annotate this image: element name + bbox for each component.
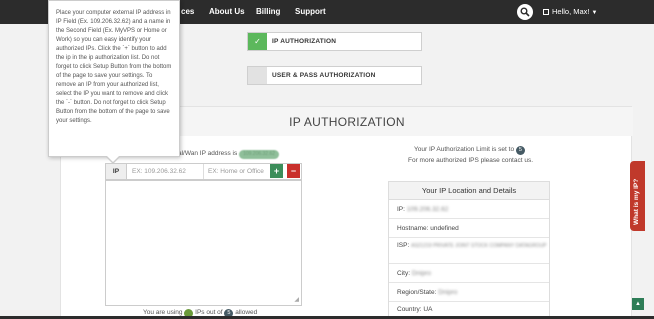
ip-authorization-option[interactable]: ✓ IP AUTHORIZATION: [247, 32, 422, 51]
ip-authorization-label: IP AUTHORIZATION: [272, 38, 337, 45]
tooltip-text: Place your computer external IP address …: [56, 10, 172, 124]
detail-ip-label: IP:: [397, 206, 405, 213]
ip-field-label: IP: [106, 164, 127, 179]
usage-suffix: allowed: [235, 309, 258, 316]
user-pass-authorization-option[interactable]: USER & PASS AUTHORIZATION: [247, 66, 422, 85]
scroll-to-top-button[interactable]: ▲: [632, 298, 644, 310]
tooltip-arrow: [107, 156, 119, 162]
nav-support[interactable]: Support: [295, 7, 326, 16]
detail-isp-label: ISP:: [397, 242, 410, 249]
ip-limit-badge: 5: [515, 146, 525, 155]
what-is-my-ip-label: What is my IP?: [633, 178, 640, 225]
check-icon: ✓: [248, 33, 267, 50]
details-heading: Your IP Location and Details: [389, 182, 549, 200]
authorized-ip-list[interactable]: ◢: [105, 180, 302, 306]
detail-region-value: Dnipro: [438, 289, 458, 296]
detail-hostname: Hostname: undefined: [389, 219, 549, 238]
user-icon: [543, 9, 549, 15]
unchecked-box: [248, 67, 267, 84]
user-greeting: Hello, Max!: [552, 7, 590, 16]
what-is-my-ip-tab[interactable]: What is my IP?: [630, 161, 645, 231]
detail-city-value: Dnipro: [411, 270, 431, 277]
detail-city-label: City:: [397, 270, 410, 277]
ip-location-details: Your IP Location and Details IP: 109.206…: [388, 181, 550, 319]
resize-grip-icon[interactable]: ◢: [294, 297, 299, 303]
nav-services[interactable]: ces: [181, 7, 194, 16]
detail-ip-value: 109.206.32.62: [406, 206, 449, 213]
detail-isp-value: AS21219 PRIVATE JOINT STOCK COMPANY DATA…: [411, 243, 547, 249]
ip-limit-info: Your IP Authorization Limit is set to 5: [414, 146, 525, 155]
usage-middle: IPs out of: [195, 309, 223, 316]
ip-name-input[interactable]: [203, 164, 273, 179]
nav-billing[interactable]: Billing: [256, 7, 280, 16]
external-ip-badge: 109.206.32.62: [239, 150, 280, 159]
help-tooltip: Place your computer external IP address …: [48, 0, 180, 157]
external-ip-text: al/Wan IP address is: [178, 150, 238, 157]
ip-limit-text: Your IP Authorization Limit is set to: [414, 146, 515, 153]
search-button[interactable]: [517, 4, 533, 20]
contact-text: For more authorized IPS please contact u…: [408, 157, 534, 164]
detail-region-label: Region/State:: [397, 289, 437, 296]
detail-ip: IP: 109.206.32.62: [389, 200, 549, 219]
caret-down-icon: ▼: [591, 10, 598, 16]
search-icon: [520, 7, 530, 17]
user-pass-authorization-label: USER & PASS AUTHORIZATION: [272, 72, 376, 79]
nav-about-us[interactable]: About Us: [209, 7, 245, 16]
user-menu[interactable]: Hello, Max! ▼: [543, 7, 597, 16]
ip-address-input[interactable]: [129, 164, 203, 179]
external-ip-info: al/Wan IP address is 109.206.32.62: [178, 150, 280, 159]
remove-ip-button[interactable]: −: [287, 164, 300, 178]
detail-region: Region/State: Dnipro: [389, 283, 549, 302]
usage-prefix: You are using: [143, 309, 183, 316]
detail-city: City: Dnipro: [389, 264, 549, 283]
add-ip-button[interactable]: +: [270, 164, 283, 178]
detail-isp: ISP: AS21219 PRIVATE JOINT STOCK COMPANY…: [389, 238, 549, 264]
